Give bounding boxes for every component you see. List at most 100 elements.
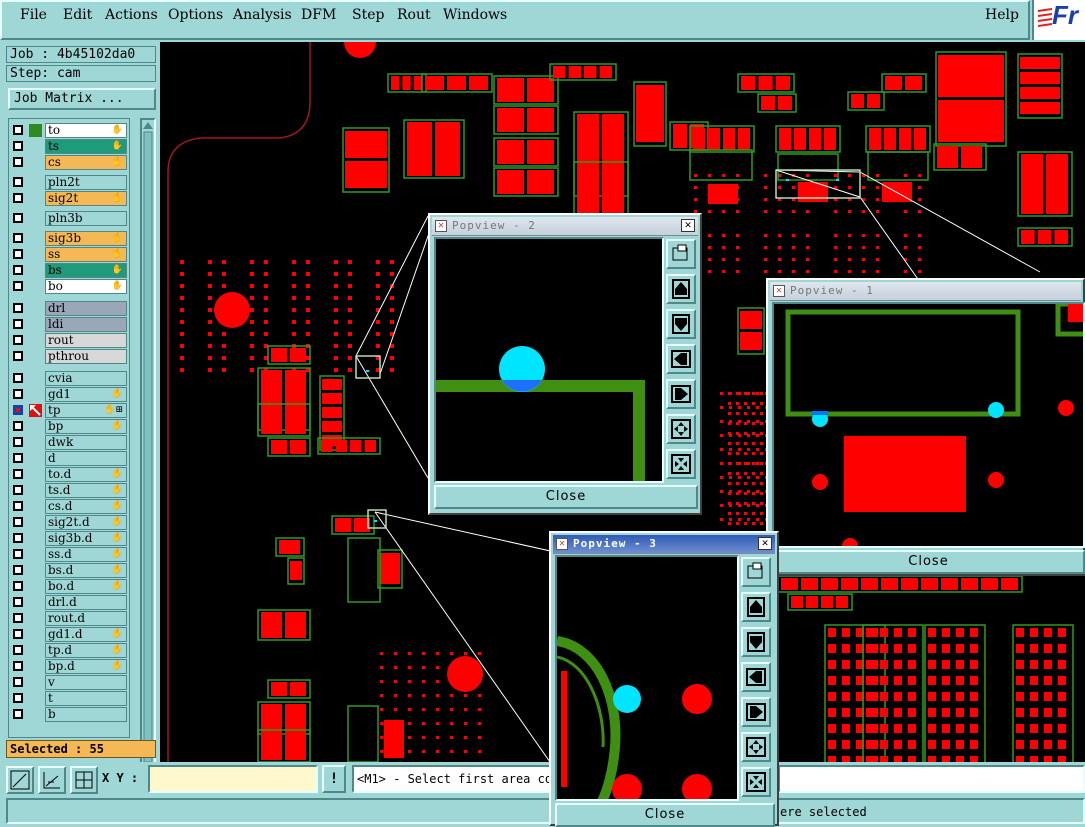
menu-analysis[interactable]: Analysis <box>233 7 292 23</box>
layer-row-gd1-d[interactable]: gd1.d ✋ <box>9 627 129 643</box>
layer-row-ts-d[interactable]: ts.d ✋ <box>9 483 129 499</box>
layer-name[interactable]: rout <box>45 333 127 348</box>
layer-row-cvia[interactable]: cvia <box>9 371 129 387</box>
layer-row-ldi[interactable]: ldi <box>9 317 129 333</box>
layer-row-sig3b-d[interactable]: sig3b.d ✋ <box>9 531 129 547</box>
layer-row-tp-d[interactable]: tp.d ✋ <box>9 643 129 659</box>
layer-checkbox[interactable] <box>13 485 23 495</box>
layer-checkbox[interactable] <box>13 613 23 623</box>
popview-tool-right-button[interactable] <box>741 697 771 727</box>
layer-name[interactable]: pln2t <box>45 175 127 190</box>
layer-checkbox[interactable] <box>13 581 23 591</box>
layer-checkbox[interactable] <box>13 677 23 687</box>
layer-row-cs[interactable]: cs ✋ <box>9 155 129 171</box>
layer-row-dwk[interactable]: dwk <box>9 435 129 451</box>
layer-checkbox[interactable] <box>13 319 23 329</box>
layer-name[interactable]: sig3b.d ✋ <box>45 531 127 546</box>
layer-name[interactable]: bp ✋ <box>45 419 127 434</box>
popview-3-close-button[interactable]: Close <box>555 803 775 827</box>
popview-tool-down-button[interactable] <box>666 309 696 339</box>
layer-name[interactable]: ldi <box>45 317 127 332</box>
layer-row-v[interactable]: v <box>9 675 129 691</box>
layer-row-cs-d[interactable]: cs.d ✋ <box>9 499 129 515</box>
layer-checkbox[interactable] <box>13 645 23 655</box>
layer-name[interactable]: sig3b ✋ <box>45 231 127 246</box>
layer-checkbox[interactable] <box>13 281 23 291</box>
layer-row-bs-d[interactable]: bs.d ✋ <box>9 563 129 579</box>
layer-name[interactable]: v <box>45 675 127 690</box>
layer-row-rout-d[interactable]: rout.d <box>9 611 129 627</box>
window-menu-icon[interactable]: ✕ <box>773 285 785 297</box>
popview-tool-center-button[interactable] <box>666 239 696 269</box>
layer-row-rout[interactable]: rout <box>9 333 129 349</box>
layer-checkbox[interactable] <box>13 693 23 703</box>
layer-checkbox[interactable] <box>13 265 23 275</box>
layer-name[interactable]: drl <box>45 301 127 316</box>
layer-name[interactable]: gd1.d ✋ <box>45 627 127 642</box>
layer-checkbox[interactable] <box>13 421 23 431</box>
popview-tool-zoom-in-button[interactable] <box>741 732 771 762</box>
layer-row-ts[interactable]: ts ✋ <box>9 139 129 155</box>
layer-row-bs[interactable]: bs ✋ <box>9 263 129 279</box>
layer-checkbox[interactable] <box>13 469 23 479</box>
layer-name[interactable]: to.d ✋ <box>45 467 127 482</box>
layer-name[interactable]: bp.d ✋ <box>45 659 127 674</box>
layer-checkbox[interactable] <box>13 233 23 243</box>
popview-2-window[interactable]: ✕ Popview - 2 ✕ Close <box>428 213 702 515</box>
menu-windows[interactable]: Windows <box>443 7 507 23</box>
popview-tool-zoom-in-button[interactable] <box>666 414 696 444</box>
popview-2-view[interactable] <box>434 237 664 483</box>
layer-row-to-d[interactable]: to.d ✋ <box>9 467 129 483</box>
popview-3-view[interactable] <box>555 555 739 801</box>
layer-checkbox[interactable] <box>13 517 23 527</box>
layer-row-pthrou[interactable]: pthrou <box>9 349 129 365</box>
layer-name[interactable]: pln3b <box>45 211 127 226</box>
layer-row-tp[interactable]: tp ✋⊞ <box>9 403 129 419</box>
layer-checkbox[interactable] <box>13 213 23 223</box>
layer-checkbox[interactable] <box>13 303 23 313</box>
layer-name[interactable]: bs.d ✋ <box>45 563 127 578</box>
layer-name[interactable]: cs.d ✋ <box>45 499 127 514</box>
layer-name[interactable]: sig2t ✋ <box>45 191 127 206</box>
layer-row-sig2t[interactable]: sig2t ✋ <box>9 191 129 207</box>
command-button[interactable]: ! <box>322 765 346 793</box>
layer-name[interactable]: sig2t.d ✋ <box>45 515 127 530</box>
layer-name[interactable]: ss.d ✋ <box>45 547 127 562</box>
layer-checkbox[interactable] <box>13 249 23 259</box>
layer-name[interactable]: cs ✋ <box>45 155 127 170</box>
layer-row-drl[interactable]: drl <box>9 301 129 317</box>
layer-checkbox[interactable] <box>13 533 23 543</box>
menu-dfm[interactable]: DFM <box>301 7 336 23</box>
layer-name[interactable]: tp ✋⊞ <box>45 403 127 418</box>
layer-name[interactable]: bo.d ✋ <box>45 579 127 594</box>
layer-row-pln2t[interactable]: pln2t <box>9 175 129 191</box>
menu-options[interactable]: Options <box>168 7 223 23</box>
layer-name[interactable]: ss ✋ <box>45 247 127 262</box>
layer-row-sig2t-d[interactable]: sig2t.d ✋ <box>9 515 129 531</box>
layer-checkbox[interactable] <box>13 193 23 203</box>
layer-row-bo[interactable]: bo ✋ <box>9 279 129 295</box>
popview-tool-up-button[interactable] <box>741 592 771 622</box>
layer-checkbox[interactable] <box>13 177 23 187</box>
layer-row-gd1[interactable]: gd1 ✋ <box>9 387 129 403</box>
layer-name[interactable]: d <box>45 451 127 466</box>
close-icon[interactable]: ✕ <box>758 537 772 550</box>
popview-1-window[interactable]: ✕ Popview - 1 Close <box>766 278 1085 576</box>
window-menu-icon[interactable]: ✕ <box>556 538 568 550</box>
menu-edit[interactable]: Edit <box>63 7 92 23</box>
menu-help[interactable]: Help <box>985 7 1019 23</box>
layer-checkbox[interactable] <box>13 141 23 151</box>
popview-tool-center-button[interactable] <box>741 557 771 587</box>
layer-name[interactable]: b <box>45 707 127 722</box>
zoom-fit-button[interactable] <box>6 766 34 794</box>
layer-name[interactable]: bo ✋ <box>45 279 127 294</box>
popview-1-view[interactable] <box>772 302 1085 548</box>
layer-name[interactable]: cvia <box>45 371 127 386</box>
menu-rout[interactable]: Rout <box>397 7 431 23</box>
popview-tool-left-button[interactable] <box>741 662 771 692</box>
popview-2-close-button[interactable]: Close <box>434 485 698 509</box>
zoom-area-button[interactable] <box>38 766 66 794</box>
layer-name[interactable]: ts ✋ <box>45 139 127 154</box>
popview-1-close-button[interactable]: Close <box>772 550 1085 574</box>
popview-tool-zoom-out-button[interactable] <box>741 767 771 797</box>
